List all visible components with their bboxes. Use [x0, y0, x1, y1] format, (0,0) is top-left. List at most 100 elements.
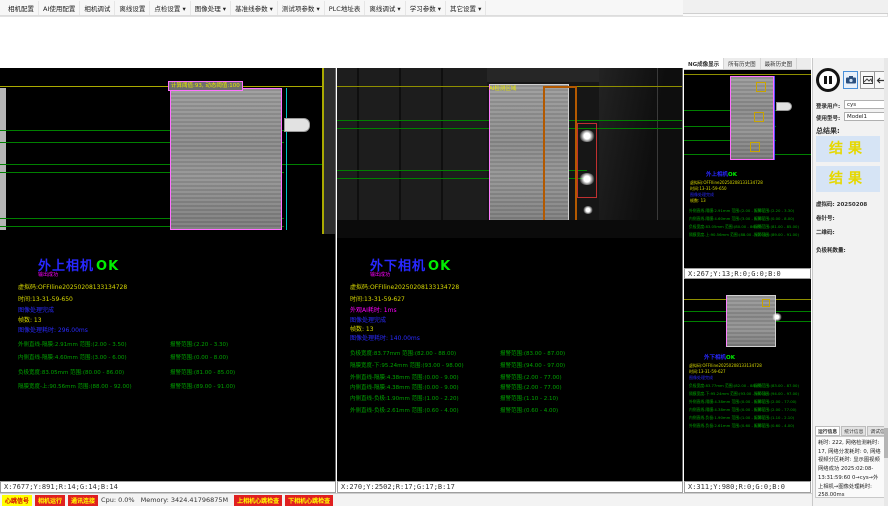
runtime-stats-text: 耗时: 222, 网络检测耗时: 17, 网络分发耗时: 0, 网络视频分区耗时…: [815, 436, 885, 498]
image-left-structure: [337, 68, 487, 238]
measurement-alarm: 报警范围:(94.00 - 97.00): [500, 361, 565, 369]
measurement-row: 内侧直线-负极:1.90mm 范围:(1.00 - 2.20) 报警范围:(1.…: [337, 394, 682, 402]
login-user-field[interactable]: [844, 100, 886, 109]
virtual-code: 虚拟码:OFFIline20250208133134728: [350, 282, 459, 291]
measurement-alarm: 报警范围:(89.00 - 91.00): [754, 232, 799, 238]
model-field[interactable]: [844, 112, 886, 121]
thumb-view-upper[interactable]: 外上相机OK 虚拟码:OFFIline20250208133134728 时间:…: [684, 70, 811, 268]
measurement-row: 内侧直线-隔膜:4.38mm 范围:(0.00 - 9.00) 报警范围:(2.…: [684, 407, 811, 413]
thumb-upper-coords: X:267;Y:13;R:0;G:0;B:0: [684, 268, 811, 279]
tool-camera-config[interactable]: 相机配置: [4, 1, 39, 15]
pause-button[interactable]: [816, 68, 840, 92]
tab-run-info[interactable]: 运行信息: [815, 426, 840, 436]
measurement-row: 外侧直线-隔膜:2.91mm 范围:(2.00 - 3.50) 报警范围:(2.…: [0, 340, 335, 348]
measurement-row: 外侧直线-负极:2.61mm 范围:(0.60 - 4.00) 报警范围:(0.…: [337, 406, 682, 414]
measurement-row: 负极宽度:83.77mm 范围:(82.00 - 88.00) 报警范围:(83…: [684, 383, 811, 389]
measurement-text: 负极宽度:83.77mm 范围:(82.00 - 88.00): [350, 349, 456, 357]
tool-offline-debug[interactable]: 离线调试 ▾: [365, 1, 405, 15]
camera-view-upper[interactable]: 计算阈值:93, 动态阈值:100 外上相机OK 输出成功 虚拟码:OFFIli…: [0, 68, 336, 481]
reflection-highlight: [579, 173, 595, 185]
scrollbar-thumb[interactable]: [884, 428, 888, 458]
tool-offline-settings[interactable]: 离线设置: [115, 1, 150, 15]
frame-count: 帧数: 13: [350, 324, 374, 333]
camera-icon: [846, 76, 856, 84]
virtual-code-label: 虚拟码: 20250208: [816, 200, 867, 208]
camera-view-lower[interactable]: AI检测区域 外下相机OK 输出成功 虚拟码:OFFIline202502081…: [337, 68, 683, 481]
pause-icon: [824, 76, 827, 84]
process-done-label: 图像处理完成: [350, 315, 386, 324]
result-box-upper: 结果: [816, 136, 880, 162]
image-dark-band: [324, 68, 336, 234]
measurement-text: 内侧直线-负极:1.90mm 范围:(1.00 - 2.20): [350, 394, 459, 402]
measurement-text: 隔膜宽度-下:95.24mm 范围:(93.00 - 98.00): [350, 361, 464, 369]
camera-name: 外下相机: [704, 355, 726, 361]
result-title: 外上相机OK: [706, 170, 737, 178]
tool-camera-debug[interactable]: 相机调试: [80, 1, 115, 15]
tab-ng-display[interactable]: NG成像显示: [684, 58, 724, 69]
tool-ai-config[interactable]: AI使用配置: [39, 1, 80, 15]
tab-connector-region: [776, 102, 792, 111]
measurement-text: 外侧直线-隔膜:4.38mm 范围:(0.00 - 9.00): [350, 373, 459, 381]
measurement-row: 隔膜宽度-下:95.24mm 范围:(93.00 - 98.00) 报警范围:(…: [684, 391, 811, 397]
tool-image-processing[interactable]: 图像处理 ▾: [191, 1, 231, 15]
result-ok-label: OK: [96, 259, 119, 274]
measurement-text: 隔膜宽度-上:90.56mm 范围:(88.00 - 92.00): [18, 382, 132, 390]
cpu-usage: Cpu: 0.0%: [101, 496, 135, 504]
result-subtitle: 输出成功: [370, 271, 390, 278]
measurement-alarm: 报警范围:(1.10 - 2.10): [500, 394, 558, 402]
tab-latest-history[interactable]: 最新历史图: [761, 58, 798, 69]
electrode-image-region: [170, 88, 282, 230]
measurement-text: 外侧直线-负极:2.61mm 范围:(0.60 - 4.00): [350, 406, 459, 414]
inspect-box-overlay: [754, 112, 764, 122]
tab-all-history[interactable]: 所有历史图: [724, 58, 761, 69]
info-tab-strip: 运行信息 统计信息 调试信息: [815, 426, 887, 436]
structure-line: [357, 68, 359, 238]
tool-spotcheck-settings[interactable]: 点检设置 ▾: [150, 1, 190, 15]
reflection-highlight: [579, 130, 595, 142]
edge-detect-line-overlay: [774, 76, 775, 160]
login-user-label: 登录用户:: [816, 102, 840, 110]
measurement-text: 内侧直线-隔膜:4.60mm 范围:(3.00 - 6.00): [18, 353, 127, 361]
image-icon: [863, 76, 873, 84]
tab-stat-info[interactable]: 统计信息: [841, 426, 866, 436]
snapshot-button[interactable]: [860, 71, 875, 89]
measurement-row: 内侧直线-隔膜:4.60mm 范围:(3.00 - 6.00) 报警范围:(0.…: [684, 216, 811, 222]
tool-baseline-params[interactable]: 基准线参数 ▾: [231, 1, 278, 15]
measurement-alarm: 报警范围:(1.10 - 2.10): [754, 415, 794, 421]
tool-learn-params[interactable]: 学习参数 ▾: [406, 1, 446, 15]
capture-time: 时间:13-31-59-650: [18, 294, 73, 303]
virtual-code: 虚拟码:OFFIline20250208133134728: [18, 282, 127, 291]
measurement-alarm: 报警范围:(0.00 - 8.00): [170, 353, 228, 361]
virtual-code-caption: 虚拟码:: [816, 202, 835, 208]
process-done-label: 图像处理完成: [689, 375, 713, 381]
ai-region-label: AI检测区域: [489, 84, 516, 92]
memory-usage: Memory: 3424.41796875M: [141, 496, 229, 504]
thumb-view-lower[interactable]: 外下相机OK 虚拟码:OFFIline20250208133134728 时间:…: [684, 279, 811, 481]
tool-other-settings[interactable]: 其它设置 ▾: [446, 1, 486, 15]
measurement-alarm: 报警范围:(2.00 - 77.00): [500, 383, 562, 391]
measurement-row: 内侧直线-隔膜:4.60mm 范围:(3.00 - 6.00) 报警范围:(0.…: [0, 353, 335, 361]
camera-name: 外上相机: [706, 172, 728, 178]
measurement-text: 外侧直线-隔膜:2.91mm 范围:(2.00 - 3.50): [18, 340, 127, 348]
measurement-text: 外侧直线-负极:2.61mm 范围:(0.60 - 4.00): [689, 423, 764, 429]
lower-heartbeat-check-badge: 下相机心跳检查: [285, 495, 333, 506]
result-ok-label: OK: [728, 172, 737, 178]
app-window: CYS-视觉检测系统 ─ ☐ ✕ 系统配置 相机配置 通讯配置 IO手配置 ▾ …: [0, 0, 888, 522]
control-panel: 登录用户: 使用型号: 总结果: 结果 结果 虚拟码: 20250208 卷针号…: [812, 58, 888, 506]
result-subtitle: 输出成功: [38, 271, 58, 278]
reflection-highlight: [583, 206, 593, 214]
tool-plc-address[interactable]: PLC地址表: [325, 1, 366, 15]
model-label: 使用型号:: [816, 114, 840, 122]
tool-test-params[interactable]: 测试项参数 ▾: [278, 1, 325, 15]
result-title: 外下相机OK: [704, 353, 735, 361]
inspect-box-overlay: [750, 142, 760, 152]
inspect-box-overlay: [762, 299, 770, 307]
frame-count: 帧数: 13: [690, 198, 706, 204]
measurement-alarm: 报警范围:(94.00 - 97.00): [754, 391, 799, 397]
camera-capture-button[interactable]: [843, 71, 858, 89]
qr-code-label: 二维码:: [816, 228, 835, 236]
edge-detect-line-overlay: [286, 88, 287, 230]
measurement-row: 外侧直线-负极:2.61mm 范围:(0.60 - 4.00) 报警范围:(0.…: [684, 423, 811, 429]
right-scrollbar[interactable]: [884, 58, 888, 506]
measurement-row: 负极宽度:83.77mm 范围:(82.00 - 88.00) 报警范围:(83…: [337, 349, 682, 357]
